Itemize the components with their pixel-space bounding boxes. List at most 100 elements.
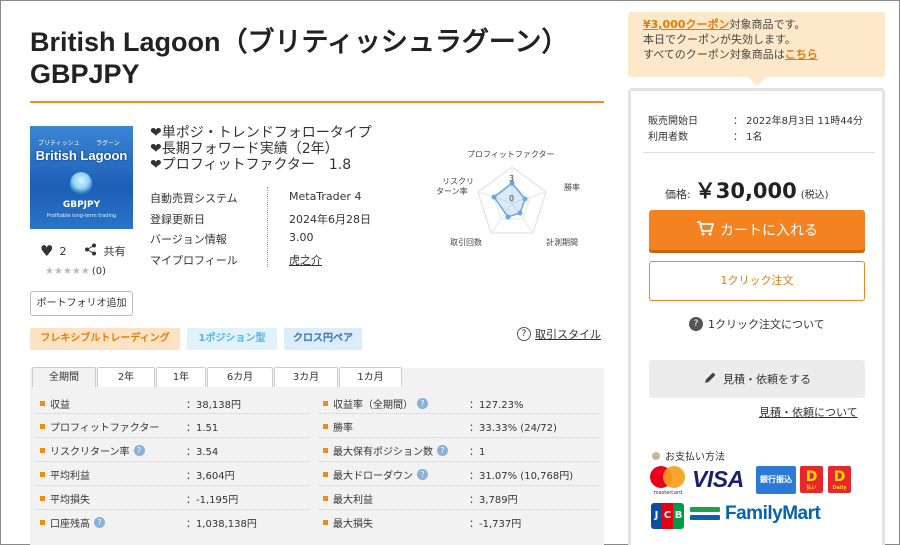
tab-1-year[interactable]: 1年	[156, 367, 206, 387]
profile-link[interactable]: 虎之介	[289, 252, 322, 268]
info-label: バージョン情報	[150, 233, 227, 246]
help-icon[interactable]: ?	[437, 444, 448, 456]
tab-all-period[interactable]: 全期間	[32, 367, 96, 387]
radar-label-pf: プロフィットファクター	[467, 150, 555, 159]
payment-methods-title: お支払い方法	[652, 448, 725, 463]
coupon-arrow	[748, 77, 766, 86]
product-image[interactable]: ブリティッシュ ラグーン British Lagoon GBPJPY Profi…	[30, 126, 133, 229]
meta-key: 利用者数	[648, 132, 688, 143]
tag-flexible-trading[interactable]: フレキシブルトレーディング	[30, 328, 180, 350]
title-line-1: British Lagoon（ブリティッシュラグーン）	[30, 27, 569, 57]
stat-label: 最大損失	[333, 518, 373, 530]
stat-label: 最大利益	[333, 494, 373, 506]
cart-icon	[696, 220, 714, 240]
stat-value: ：1	[469, 446, 486, 458]
tag-cross-yen[interactable]: クロス円ペア	[284, 328, 362, 350]
jcb-letter-j: J	[651, 503, 662, 529]
help-icon[interactable]: ?	[417, 397, 428, 409]
row-divider	[319, 485, 599, 486]
add-portfolio-button[interactable]: ポートフォリオ追加	[30, 291, 133, 316]
d-daily-label: Daily	[832, 485, 847, 491]
bullet-icon	[323, 400, 328, 406]
help-icon[interactable]: ?	[133, 444, 145, 456]
bank-transfer-logo: 銀行振込	[756, 466, 796, 494]
tag-one-position[interactable]: 1ポジション型	[187, 328, 277, 350]
info-separator	[267, 187, 268, 267]
row-divider	[36, 509, 310, 510]
coupon-products-link[interactable]: こちら	[785, 48, 818, 61]
rating-stars: ★★★★★	[45, 266, 90, 277]
radar-tick-3: 3	[509, 174, 515, 183]
price-label: 価格:	[665, 188, 691, 201]
row-divider	[36, 437, 310, 438]
one-click-about-link[interactable]: ? 1クリック注文について	[689, 316, 825, 332]
add-to-cart-button[interactable]: カートに入れる	[649, 210, 865, 250]
trade-style-link[interactable]: ? 取引スタイル	[517, 326, 601, 342]
bullet-icon	[323, 495, 328, 501]
product-image-title: British Lagoon	[35, 148, 128, 163]
question-circle-icon: ?	[689, 317, 703, 331]
stat-value: ：33.33% (24/72)	[469, 422, 557, 434]
meta-divider	[643, 152, 875, 153]
stat-avg-loss: 平均損失 ：-1,195円	[40, 489, 310, 507]
share-button[interactable]: 共有	[103, 243, 125, 259]
row-divider	[36, 461, 310, 462]
bullet-icon	[40, 423, 45, 429]
tab-6-months[interactable]: 6カ月	[207, 367, 273, 387]
stat-balance: 口座残高 ? ：1,038,138円	[40, 513, 310, 531]
stat-max-loss: 最大損失 ：-1,737円	[323, 513, 598, 531]
coupon-line-2: 本日でクーポンが失効します。	[643, 33, 796, 46]
info-value: 3.00	[289, 231, 314, 244]
stat-label: 平均損失	[50, 494, 90, 506]
stat-value: ：127.23%	[469, 399, 524, 411]
bullet-icon	[40, 519, 45, 525]
stat-win-rate: 勝率 ：33.33% (24/72)	[323, 417, 598, 435]
tab-2-years[interactable]: 2年	[97, 367, 155, 387]
radar-label-trades: 取引回数	[450, 238, 482, 247]
heart-icon[interactable]: ♥	[40, 242, 53, 260]
stat-label: リスクリターン率	[50, 446, 130, 458]
stat-label: 収益	[50, 399, 70, 411]
help-icon[interactable]: ?	[94, 516, 105, 528]
about-quote-link[interactable]: 見積・依頼について	[759, 404, 858, 420]
d-barai-mark: D	[805, 469, 818, 485]
stat-value: ：-1,195円	[186, 494, 239, 506]
familymart-stripe-green	[690, 507, 720, 512]
rating: ★★★★★ (0)	[45, 266, 106, 277]
product-image-kana-right: ラグーン	[96, 140, 120, 147]
feature-list: ❤単ポジ・トレンドフォロータイプ ❤長期フォワード実績（2年） ❤プロフィットフ…	[150, 125, 372, 173]
coupon-link[interactable]: ¥3,000クーポン	[643, 18, 729, 31]
one-click-about-label: 1クリック注文について	[708, 318, 825, 331]
stat-max-profit: 最大利益 ：3,789円	[323, 489, 598, 507]
radar-point	[491, 194, 497, 200]
radar-label-winrate: 勝率	[564, 183, 580, 192]
row-divider	[36, 485, 310, 486]
bullet-icon	[323, 471, 328, 477]
stat-value: ：-1,737円	[469, 518, 522, 530]
row-divider	[319, 461, 599, 462]
stat-risk-return: リスクリターン率 ? ：3.54	[40, 441, 310, 459]
coupon-line-3: すべてのクーポン対象商品はこちら	[643, 47, 885, 62]
request-quote-button[interactable]: 見積・依頼をする	[649, 360, 865, 398]
bullet-icon	[323, 447, 328, 453]
meta-value: ： 2022年8月3日 11時44分	[733, 116, 863, 127]
meta-users: 利用者数 ： 1名	[648, 128, 763, 143]
tab-3-months[interactable]: 3カ月	[274, 367, 338, 387]
stat-value: ：3.54	[186, 446, 219, 458]
stat-label: 最大保有ポジション数	[333, 446, 433, 458]
radar-label-period: 計測期間	[546, 238, 578, 247]
price-amount: ￥30,000	[694, 179, 797, 203]
one-click-order-button[interactable]: 1クリック注文	[649, 261, 865, 301]
like-share-row: ♥ 2 共有	[40, 242, 125, 260]
price: 価格: ￥30,000 (税込)	[665, 175, 829, 205]
tab-1-month[interactable]: 1カ月	[339, 367, 402, 387]
price-tax: (税込)	[800, 190, 829, 201]
meta-release-date: 販売開始日 ： 2022年8月3日 11時44分	[648, 112, 863, 127]
rating-count: (0)	[91, 266, 106, 277]
info-label: 自動売買システム	[150, 192, 238, 205]
stat-profit: 収益 ：38,138円	[40, 394, 310, 412]
feature-item: ❤長期フォワード実績（2年）	[150, 141, 339, 157]
familymart-stripes	[690, 507, 720, 527]
share-icon[interactable]	[84, 243, 97, 260]
help-icon[interactable]: ?	[417, 468, 428, 480]
